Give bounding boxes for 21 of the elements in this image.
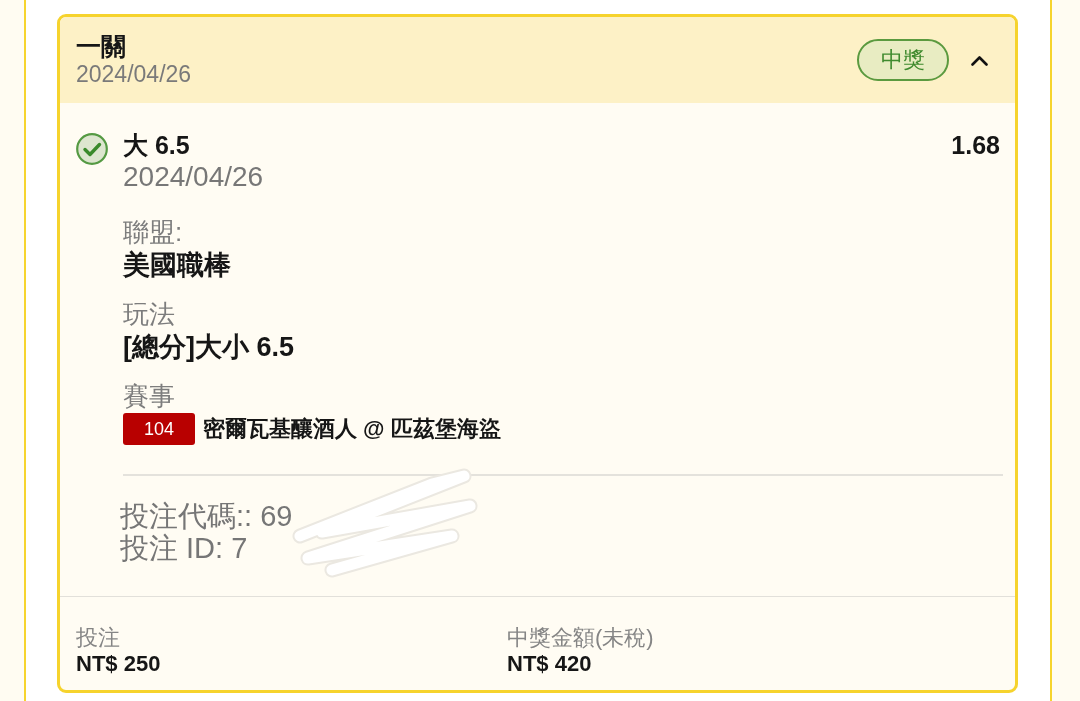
summary-value: NT$ 250 [76,651,161,677]
chevron-icon[interactable] [971,54,988,66]
summary-label: 投注 [76,625,120,651]
bet-type-title: 一關 [76,32,126,60]
bet-date: 2024/04/26 [76,60,192,88]
bet-code-text: 投注 ID: 7 [120,532,248,564]
match-date: 2024/04/26 [123,161,264,193]
summary-label: 中獎金額(未稅) [507,625,654,651]
game-number-badge: 104 [123,413,195,445]
field-label: 玩法 [123,298,175,331]
card-header[interactable]: 一關 2024/04/26 中獎 [60,17,1015,103]
summary-value: NT$ 420 [507,651,592,677]
teams-text: 密爾瓦基釀酒人 @ 匹茲堡海盜 [203,415,501,443]
field-label: 賽事 [123,380,175,413]
field-value: 美國職棒 [123,249,231,282]
field-value: [總分]大小 6.5 [123,331,295,364]
odds-value: 1.68 [951,130,1000,161]
status-badge: 中獎 [857,39,949,81]
field-label: 聯盟: [123,216,183,249]
selection-text: 大 6.5 [123,130,190,161]
bet-code-text: 投注代碼:: 69 [120,500,293,532]
